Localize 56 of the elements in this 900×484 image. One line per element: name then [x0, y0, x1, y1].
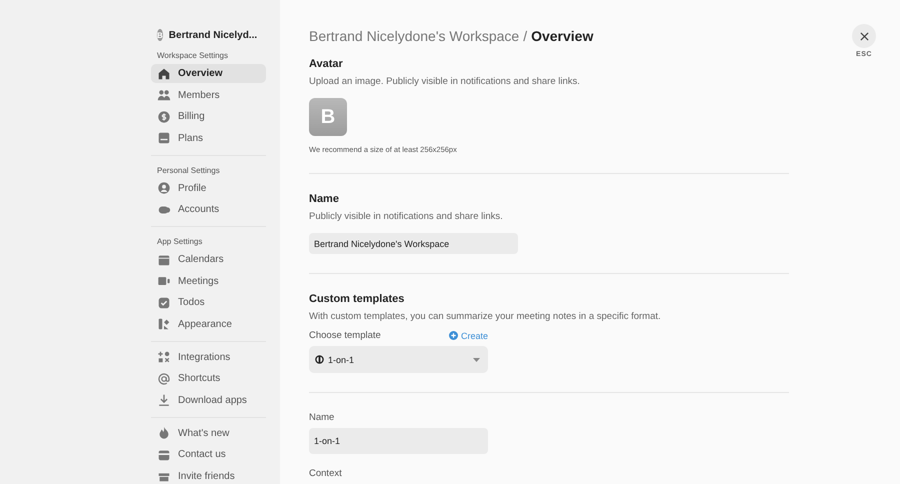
section-title: Custom templates: [309, 293, 406, 307]
field-label: Choose template: [309, 330, 381, 341]
download-icon: [157, 393, 171, 407]
section-description: Upload an image. Publicly visible in notifications and share links.: [309, 76, 581, 87]
field-label: Context: [309, 468, 343, 479]
sidebar-item[interactable]: Profile: [151, 178, 266, 198]
at-sign-icon: [157, 372, 171, 386]
dollar-icon: [157, 110, 171, 124]
grid-icon: [157, 350, 171, 364]
flame-icon: [157, 426, 171, 440]
sidebar-item[interactable]: Contact us: [151, 445, 266, 464]
inbox-icon: [157, 448, 171, 462]
template-name-field[interactable]: 1-on-1: [309, 428, 488, 454]
card-icon: [157, 131, 171, 145]
section-title: Avatar: [309, 58, 344, 72]
section-heading: App Settings: [156, 236, 204, 248]
sidebar-item[interactable]: Todos: [151, 293, 266, 312]
video-icon: [157, 274, 171, 288]
sidebar-item[interactable]: Calendars: [151, 250, 266, 269]
sidebar-item[interactable]: Meetings: [151, 272, 266, 290]
page-title: Overview: [531, 28, 594, 46]
plus-circle-icon[interactable]: [448, 331, 458, 340]
close-icon[interactable]: [860, 32, 868, 40]
calendar-icon: [157, 252, 171, 266]
section-heading: Personal Settings: [156, 164, 221, 177]
workspace-name[interactable]: Bertrand Nicelyd...: [168, 30, 258, 40]
field-label: Name: [309, 412, 336, 423]
user-icon: [157, 181, 171, 195]
sidebar-item[interactable]: Download apps: [151, 390, 266, 410]
sidebar-item[interactable]: Billing: [151, 107, 266, 126]
close-button[interactable]: [852, 24, 876, 48]
breadcrumb-link[interactable]: Bertrand Nicelydone's Workspace: [309, 28, 520, 46]
template-dropdown[interactable]: 1-on-1: [309, 346, 488, 373]
sidebar-item[interactable]: Accounts: [151, 200, 266, 219]
sidebar-item[interactable]: Overview: [151, 64, 266, 83]
create-link[interactable]: Create: [448, 330, 488, 340]
brush-icon: [157, 317, 171, 331]
sidebar-item[interactable]: What's new: [151, 424, 266, 442]
sidebar-item[interactable]: Invite friends: [151, 466, 266, 484]
checkbox-icon: [157, 296, 171, 310]
sidebar-item[interactable]: Shortcuts: [151, 369, 266, 388]
breadcrumb-separator: /: [523, 28, 528, 46]
people-icon: [157, 88, 171, 102]
caret-icon: [473, 358, 480, 362]
workspace-avatar: B: [157, 29, 163, 41]
sidebar-item[interactable]: Plans: [151, 128, 266, 148]
section-heading: Workspace Settings: [156, 50, 229, 62]
house-icon: [157, 66, 171, 80]
section-title: Name: [309, 193, 340, 207]
name-input-field[interactable]: Bertrand Nicelydone's Workspace: [309, 233, 518, 254]
section-description: With custom templates, you can summarize your meeting notes in a specific format.: [309, 311, 662, 322]
template-icon: [315, 355, 324, 364]
sidebar-item[interactable]: Appearance: [151, 314, 266, 334]
sidebar-item[interactable]: Integrations: [151, 348, 266, 366]
sidebar-item[interactable]: Members: [151, 86, 266, 104]
section-description: Publicly visible in notifications and share links.: [309, 211, 504, 222]
